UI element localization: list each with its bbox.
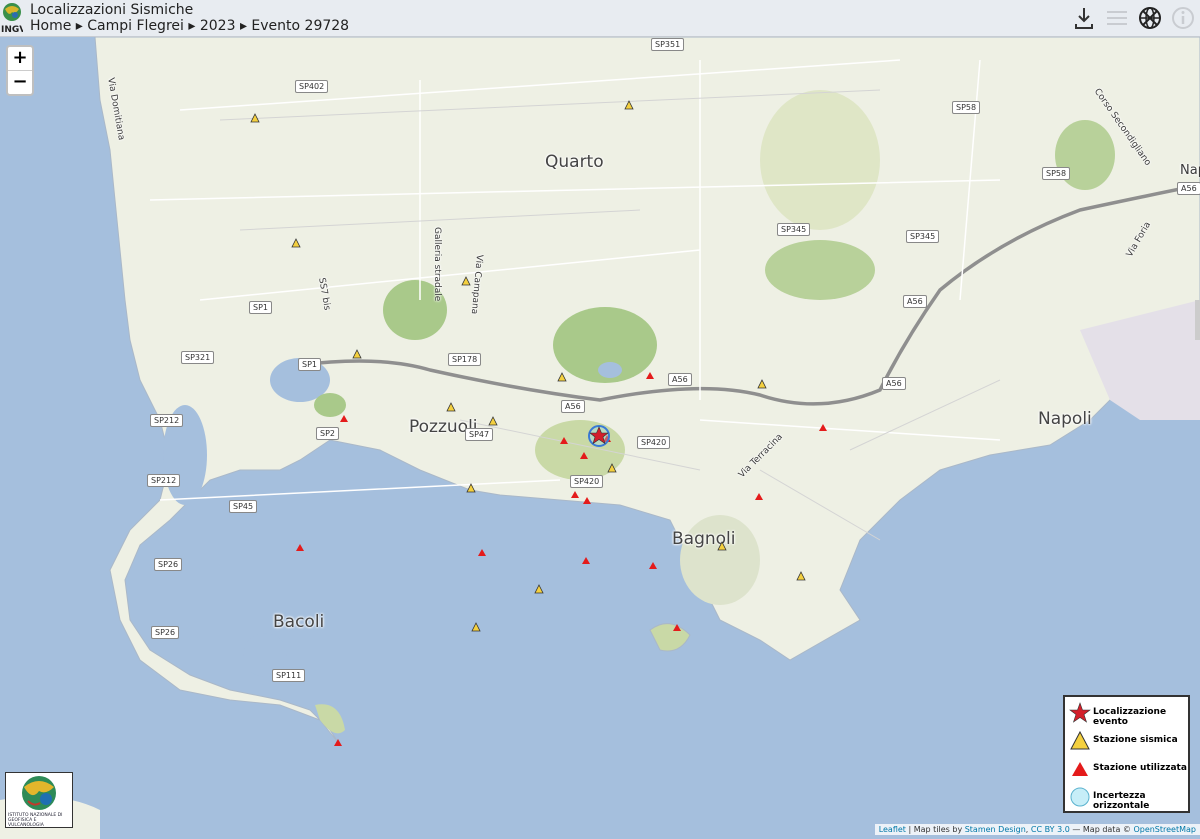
used-station-marker <box>582 557 590 564</box>
used-station-marker <box>478 549 486 556</box>
globe-logo-icon <box>22 776 56 810</box>
station-marker <box>466 483 476 493</box>
breadcrumb-separator: ▸ <box>239 18 247 34</box>
info-icon[interactable] <box>1170 5 1196 31</box>
leaflet-link[interactable]: Leaflet <box>879 825 906 834</box>
ingv-logo-text: ISTITUTO NAZIONALE DI GEOFISICA E VULCAN… <box>8 813 63 828</box>
circle-icon <box>1070 787 1090 807</box>
seismic-stations <box>250 100 806 632</box>
station-marker <box>796 571 806 581</box>
map-view[interactable]: Quarto Pozzuoli Napoli Nap Bagnoli Bacol… <box>0 37 1200 839</box>
star-icon <box>1069 702 1091 723</box>
station-marker <box>534 584 544 594</box>
breadcrumb-separator: ▸ <box>75 18 83 34</box>
station-marker <box>471 622 481 632</box>
zoom-control: + − <box>6 45 34 96</box>
station-marker <box>250 113 260 123</box>
legend-row-uncertainty: Incertezza orizzontale <box>1065 784 1192 811</box>
legend-row-event: Localizzazione evento <box>1065 700 1192 727</box>
station-marker <box>488 416 498 426</box>
red-triangle-icon <box>1072 762 1088 776</box>
ingv-logo-icon: INGV <box>1 3 23 35</box>
used-station-marker <box>340 415 348 422</box>
scrollbar[interactable] <box>1195 300 1200 340</box>
top-bar: INGV Localizzazioni Sismiche Home ▸ Camp… <box>0 0 1200 37</box>
used-station-marker <box>296 544 304 551</box>
ingv-institute-logo[interactable]: ISTITUTO NAZIONALE DI GEOFISICA E VULCAN… <box>5 772 73 828</box>
zoom-out-button[interactable]: − <box>8 71 32 94</box>
breadcrumb-separator: ▸ <box>188 18 196 34</box>
no-globe-icon[interactable] <box>1137 5 1163 31</box>
breadcrumb-year[interactable]: 2023 <box>200 18 236 34</box>
station-marker <box>352 349 362 359</box>
map-legend: Localizzazione evento Stazione sismica S… <box>1063 695 1190 813</box>
legend-label-station: Stazione sismica <box>1093 735 1178 745</box>
used-station-marker <box>334 739 342 746</box>
breadcrumb: Home ▸ Campi Flegrei ▸ 2023 ▸ Evento 297… <box>30 18 349 34</box>
attribution-text: — Map data © <box>1069 825 1134 834</box>
breadcrumb-event: Evento 29728 <box>251 18 350 34</box>
used-station-marker <box>646 372 654 379</box>
station-marker <box>461 276 471 286</box>
legend-label-used: Stazione utilizzata <box>1093 763 1187 773</box>
station-marker <box>446 402 456 412</box>
triangle-icon <box>1070 730 1090 750</box>
station-markers <box>250 100 827 746</box>
legend-row-used: Stazione utilizzata <box>1065 756 1192 782</box>
station-marker <box>757 379 767 389</box>
page-title: Localizzazioni Sismiche <box>30 2 194 18</box>
station-marker <box>607 463 617 473</box>
used-station-marker <box>819 424 827 431</box>
download-icon[interactable] <box>1071 5 1097 31</box>
map-attribution: Leaflet | Map tiles by Stamen Design, CC… <box>874 824 1200 835</box>
legend-row-station: Stazione sismica <box>1065 728 1192 754</box>
legend-label-uncertainty: Incertezza orizzontale <box>1093 791 1150 811</box>
used-station-marker <box>571 491 579 498</box>
zoom-in-button[interactable]: + <box>8 47 32 71</box>
station-marker <box>624 100 634 110</box>
attribution-text: | Map tiles by <box>905 825 965 834</box>
breadcrumb-area[interactable]: Campi Flegrei <box>87 18 184 34</box>
used-station-marker <box>755 493 763 500</box>
breadcrumb-home[interactable]: Home <box>30 18 71 34</box>
menu-icon[interactable] <box>1104 5 1130 31</box>
used-stations <box>296 372 827 746</box>
osm-link[interactable]: OpenStreetMap <box>1133 825 1196 834</box>
stamen-link[interactable]: Stamen Design <box>965 825 1026 834</box>
used-station-marker <box>583 497 591 504</box>
station-marker <box>557 372 567 382</box>
used-station-marker <box>580 452 588 459</box>
station-marker <box>717 541 727 551</box>
used-station-marker <box>560 437 568 444</box>
used-station-marker <box>649 562 657 569</box>
svg-text:INGV: INGV <box>1 25 23 35</box>
station-marker <box>291 238 301 248</box>
ccby-link[interactable]: CC BY 3.0 <box>1031 825 1070 834</box>
used-station-marker <box>673 624 681 631</box>
legend-label-event: Localizzazione evento <box>1093 707 1167 727</box>
